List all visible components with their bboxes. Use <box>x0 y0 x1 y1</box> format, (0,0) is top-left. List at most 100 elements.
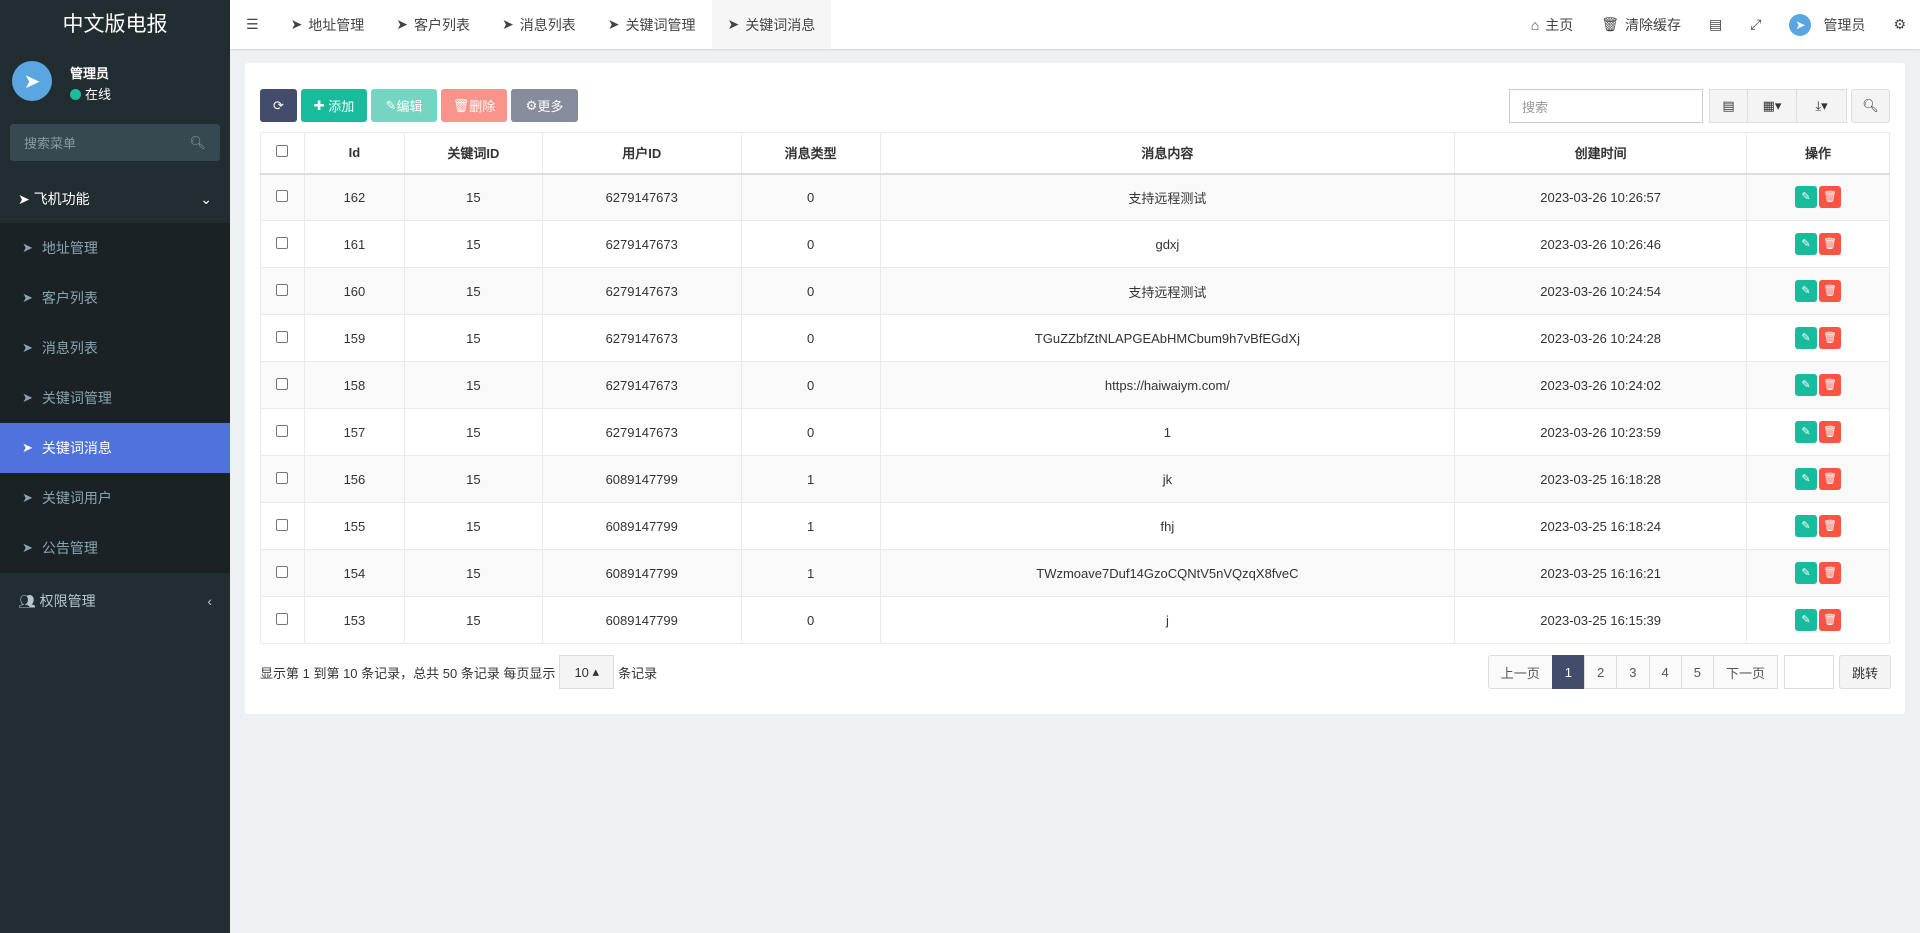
menu-toggle-icon[interactable]: ☰ <box>230 0 275 49</box>
fullscreen-icon[interactable]: ⤢ <box>1736 0 1775 49</box>
row-edit-button[interactable]: ✎ <box>1795 280 1818 302</box>
nav-tab[interactable]: ➤ 地址管理 <box>275 0 381 49</box>
sidebar-item[interactable]: ➤ 地址管理 <box>0 223 230 273</box>
table-search-input[interactable]: 搜索 <box>1509 89 1703 123</box>
pencil-icon: ✎ <box>385 97 397 113</box>
table-cell: 2023-03-26 10:24:02 <box>1454 361 1748 409</box>
row-select-cell <box>260 267 305 315</box>
gear-icon: ⚙ <box>525 97 538 113</box>
row-edit-button[interactable]: ✎ <box>1795 421 1818 443</box>
table-row: 157 15 6279147673 0 1 2023-03-26 10:23:59 ✎ 🗑︎ <box>260 408 1890 456</box>
row-edit-button[interactable]: ✎ <box>1795 515 1818 537</box>
admin-menu[interactable]: ➤ 管理员 <box>1775 0 1879 49</box>
sidebar-item[interactable]: ➤ 公告管理 <box>0 523 230 573</box>
table-cell: 6089147799 <box>541 455 742 503</box>
column-header[interactable]: 关键词ID <box>403 132 543 175</box>
row-checkbox[interactable] <box>276 283 289 296</box>
nav-tab[interactable]: ➤ 客户列表 <box>380 0 486 49</box>
sidebar-group-permissions[interactable]: 👥︎ 权限管理 ‹ <box>0 573 230 628</box>
jump-button[interactable]: 跳转 <box>1838 655 1891 689</box>
paper-plane-icon: ➤ <box>22 290 33 305</box>
sidebar-group-plane[interactable]: ➤ 飞机功能 ⌄ <box>0 175 230 223</box>
row-edit-button[interactable]: ✎ <box>1795 327 1818 349</box>
row-delete-button[interactable]: 🗑︎ <box>1819 515 1842 537</box>
row-edit-button[interactable]: ✎ <box>1795 468 1818 490</box>
table-cell: 161 <box>303 220 405 268</box>
row-delete-button[interactable]: 🗑︎ <box>1819 186 1842 209</box>
toggle-view-button[interactable]: ▤ <box>1709 89 1748 123</box>
row-delete-button[interactable]: 🗑︎ <box>1819 280 1842 302</box>
select-all-header <box>260 132 305 175</box>
row-edit-button[interactable]: ✎ <box>1795 609 1818 631</box>
table-cell: 6279147673 <box>541 314 742 362</box>
row-checkbox[interactable] <box>276 377 289 390</box>
row-edit-button[interactable]: ✎ <box>1795 562 1818 584</box>
row-checkbox[interactable] <box>276 330 289 343</box>
pagination: 上一页 1 2 3 4 5 下一页 跳转 <box>1487 655 1891 689</box>
row-edit-button[interactable]: ✎ <box>1795 374 1818 396</box>
page-button[interactable]: 5 <box>1680 655 1714 689</box>
column-header[interactable]: Id <box>303 132 405 175</box>
columns-dropdown[interactable]: ▦▾ <box>1747 89 1797 123</box>
column-header[interactable]: 创建时间 <box>1454 132 1748 175</box>
nav-tab[interactable]: ➤ 关键词管理 <box>592 0 712 49</box>
more-button[interactable]: ⚙ 更多 <box>511 89 578 122</box>
sidebar-item[interactable]: ➤ 关键词消息 <box>0 423 230 473</box>
row-delete-button[interactable]: 🗑︎ <box>1819 374 1842 396</box>
row-checkbox[interactable] <box>276 518 289 531</box>
top-nav: ☰ ➤ 地址管理 ➤ 客户列表 ➤ 消息列表 ➤ 关键词管理 ➤ 关键词消息 ⌂ 主页 🗑︎ 清除缓存… <box>230 0 1920 49</box>
nav-tab[interactable]: ➤ 关键词消息 <box>711 0 832 49</box>
row-checkbox[interactable] <box>276 471 289 484</box>
column-header[interactable]: 操作 <box>1746 132 1890 175</box>
select-all-checkbox[interactable] <box>276 145 289 158</box>
table-cell: 6279147673 <box>541 173 742 221</box>
row-checkbox[interactable] <box>276 612 289 625</box>
row-delete-button[interactable]: 🗑︎ <box>1819 562 1842 584</box>
user-panel: ➤ 管理员 在线 <box>0 49 230 117</box>
table-cell: gdxj <box>879 220 1456 268</box>
row-checkbox[interactable] <box>276 189 289 202</box>
sidebar-item[interactable]: ➤ 关键词管理 <box>0 373 230 423</box>
row-delete-button[interactable]: 🗑︎ <box>1819 233 1842 255</box>
row-checkbox[interactable] <box>276 565 289 578</box>
row-delete-button[interactable]: 🗑︎ <box>1819 327 1842 349</box>
add-button[interactable]: ✚ 添加 <box>301 89 367 122</box>
prev-page-button[interactable]: 上一页 <box>1487 655 1553 689</box>
row-checkbox[interactable] <box>276 424 289 437</box>
row-delete-button[interactable]: 🗑︎ <box>1819 421 1842 443</box>
clear-cache-button[interactable]: 🗑︎ 清除缓存 <box>1587 0 1695 49</box>
language-icon[interactable]: ▤ <box>1695 0 1736 49</box>
sidebar-item[interactable]: ➤ 客户列表 <box>0 273 230 323</box>
row-edit-button[interactable]: ✎ <box>1795 186 1818 209</box>
table-cell: 6279147673 <box>541 361 742 409</box>
column-header[interactable]: 用户ID <box>541 132 742 175</box>
row-edit-button[interactable]: ✎ <box>1795 233 1818 255</box>
page-button[interactable]: 3 <box>1616 655 1650 689</box>
page-size-dropdown[interactable]: 10 ▴ <box>559 655 615 689</box>
row-delete-button[interactable]: 🗑︎ <box>1819 609 1842 631</box>
menu-search-input[interactable]: 搜索菜单 🔍︎ <box>10 124 220 161</box>
home-link[interactable]: ⌂ 主页 <box>1517 0 1587 49</box>
sidebar-item[interactable]: ➤ 关键词用户 <box>0 473 230 523</box>
nav-tab[interactable]: ➤ 消息列表 <box>486 0 592 49</box>
row-delete-button[interactable]: 🗑︎ <box>1819 468 1842 490</box>
row-checkbox[interactable] <box>276 236 289 249</box>
search-placeholder: 搜索 <box>1522 99 1549 115</box>
search-button[interactable]: 🔍︎ <box>1851 89 1890 123</box>
settings-gears-icon[interactable]: ⚙ <box>1879 0 1920 49</box>
page-button[interactable]: 1 <box>1551 655 1586 689</box>
export-dropdown[interactable]: ⤓▾ <box>1796 89 1847 123</box>
jump-page-input[interactable] <box>1783 655 1834 689</box>
table-cell: 0 <box>740 267 881 315</box>
edit-label: 编辑 <box>396 99 423 114</box>
refresh-button[interactable]: ⟳ <box>260 89 297 122</box>
page-button[interactable]: 4 <box>1648 655 1682 689</box>
edit-button[interactable]: ✎ 编辑 <box>371 89 437 122</box>
sidebar-item[interactable]: ➤ 消息列表 <box>0 323 230 373</box>
column-header[interactable]: 消息类型 <box>740 132 881 175</box>
column-header[interactable]: 消息内容 <box>879 132 1456 175</box>
delete-button[interactable]: 🗑︎ 删除 <box>441 89 507 122</box>
table-cell: 2023-03-26 10:24:54 <box>1454 267 1748 315</box>
next-page-button[interactable]: 下一页 <box>1712 655 1778 689</box>
page-button[interactable]: 2 <box>1584 655 1618 689</box>
